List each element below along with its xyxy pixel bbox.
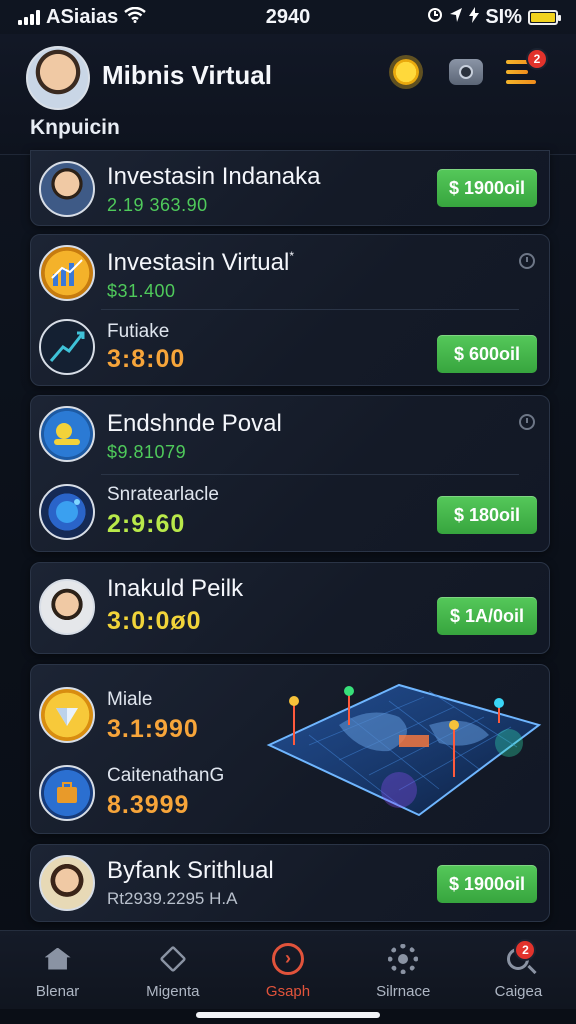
home-icon xyxy=(40,941,76,977)
card-title: Investasin Virtual* xyxy=(107,249,294,277)
investment-card[interactable]: Endshnde Poval $9.81079 Snratearlacle 2:… xyxy=(30,395,550,552)
play-circle-icon: › xyxy=(270,941,306,977)
card-amount: 2.19 363.90 xyxy=(107,195,208,215)
card-amount: Rt2939.2295 H.A xyxy=(107,889,238,908)
location-icon xyxy=(449,6,463,29)
bottom-navigation: Blenar Migenta › Gsaph Silrnace 2 Caigea xyxy=(0,930,576,1009)
nav-item-settings[interactable]: Silrnace xyxy=(346,931,461,1009)
invest-button[interactable]: $ 1A/0oil xyxy=(437,597,537,635)
person-avatar-icon xyxy=(39,579,95,635)
box-icon xyxy=(155,941,191,977)
card-title: Byfank Srithlual xyxy=(107,857,274,884)
row-value: 2:9:60 xyxy=(107,510,186,538)
card-title: Endshnde Poval xyxy=(107,410,282,437)
row-label: Snratearlacle xyxy=(107,484,219,505)
camera-icon[interactable] xyxy=(446,52,486,92)
card-amount: $9.81079 xyxy=(107,442,187,462)
row-label: Futiake xyxy=(107,321,170,342)
nav-label: Caigea xyxy=(494,982,543,1000)
investment-card[interactable]: Byfank Srithlual Rt2939.2295 H.A $ 1900o… xyxy=(30,844,550,922)
row-label: Miale xyxy=(107,689,153,710)
key-icon xyxy=(39,406,95,462)
bar-chart-icon xyxy=(51,259,83,286)
globe-icon xyxy=(39,484,95,540)
clock-icon xyxy=(519,253,535,269)
app-title: Mibnis Virtual xyxy=(102,60,272,90)
row-label: CaitenathanG xyxy=(107,765,225,786)
card-title: Inakuld Peilk xyxy=(107,575,244,602)
nav-label: Gsaph xyxy=(265,982,311,1000)
nav-label: Blenar xyxy=(35,982,80,1000)
search-icon: 2 xyxy=(500,938,537,977)
nav-label: Silrnace xyxy=(376,982,431,1000)
app-header: Mibnis Virtual Knpuicin 2 xyxy=(0,34,576,155)
nav-label: Migenta xyxy=(146,982,200,1000)
card-amount: $31.400 xyxy=(107,281,176,301)
battery-icon xyxy=(528,9,561,25)
world-map-illustration xyxy=(266,683,542,817)
card-divider xyxy=(101,474,519,475)
section-subtitle: Knpuicin xyxy=(30,116,120,139)
row-value: 3:8:00 xyxy=(107,345,186,373)
charging-icon xyxy=(469,6,480,29)
gear-icon xyxy=(385,941,421,977)
phone-screen: ASiaias 2940 SI% Mibnis Virtual Knpuicin xyxy=(0,0,576,1024)
diamond-coin-icon xyxy=(39,687,95,743)
investment-card[interactable]: Investasin Virtual* $31.400 Futiake 3:8:… xyxy=(30,234,550,386)
menu-icon[interactable]: 2 xyxy=(506,48,548,92)
market-card[interactable]: Miale 3.1:990 CaitenathanG 8.3999 xyxy=(30,664,550,834)
investment-card[interactable]: Investasin Indanaka 2.19 363.90 $ 1900oi… xyxy=(30,150,550,226)
row-value: 3.1:990 xyxy=(107,715,199,743)
menu-badge: 2 xyxy=(526,48,548,70)
sun-icon[interactable] xyxy=(386,52,426,92)
invest-button[interactable]: $ 180oil xyxy=(437,496,537,534)
nav-item-migenta[interactable]: Migenta xyxy=(115,931,230,1009)
person-avatar-icon xyxy=(39,161,95,217)
card-value: 3:0:0ø0 xyxy=(107,607,202,635)
nav-item-graph[interactable]: › Gsaph xyxy=(230,931,345,1009)
card-title-text: Investasin Virtual xyxy=(107,249,290,276)
nav-badge: 2 xyxy=(514,938,537,961)
card-title: Investasin Indanaka xyxy=(107,163,321,190)
briefcase-icon xyxy=(39,765,95,821)
nav-item-home[interactable]: Blenar xyxy=(0,931,115,1009)
status-bar: ASiaias 2940 SI% xyxy=(0,0,576,34)
row-value: 8.3999 xyxy=(107,791,190,819)
status-right: SI% xyxy=(427,5,561,29)
card-title-mark: * xyxy=(289,249,294,263)
person-avatar-icon xyxy=(39,855,95,911)
card-divider xyxy=(101,309,519,310)
trend-icon xyxy=(39,319,95,375)
clock-icon xyxy=(519,414,535,430)
invest-button[interactable]: $ 600oil xyxy=(437,335,537,373)
invest-button[interactable]: $ 1900oil xyxy=(437,169,537,207)
alarm-icon xyxy=(427,6,443,29)
profile-avatar[interactable] xyxy=(26,46,90,110)
chart-coin-icon xyxy=(39,245,95,301)
home-indicator[interactable] xyxy=(196,1012,380,1018)
invest-button[interactable]: $ 1900oil xyxy=(437,865,537,903)
battery-percent: SI% xyxy=(485,5,522,28)
nav-item-search[interactable]: 2 Caigea xyxy=(461,931,576,1009)
investment-card[interactable]: Inakuld Peilk 3:0:0ø0 $ 1A/0oil xyxy=(30,562,550,654)
